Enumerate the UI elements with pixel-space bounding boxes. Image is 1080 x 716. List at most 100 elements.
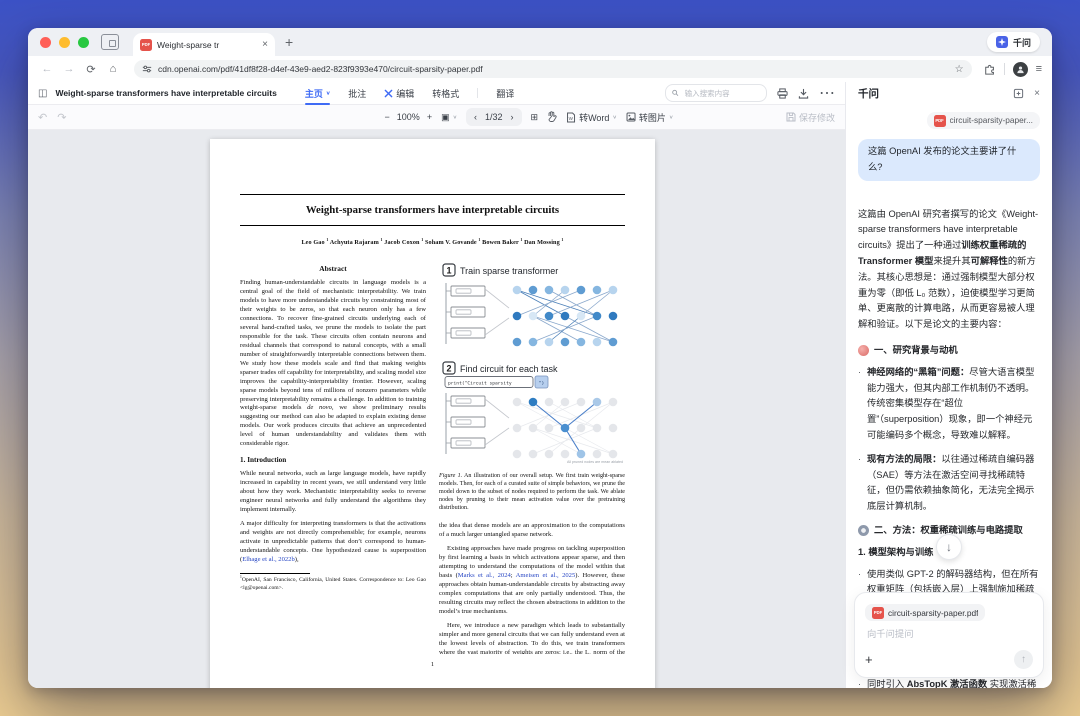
extensions-puzzle-icon[interactable] [984, 63, 996, 75]
introduction-heading: 1. Introduction [240, 456, 426, 466]
scroll-down-button[interactable]: ↓ [936, 534, 962, 560]
send-button[interactable]: ↑ [1014, 650, 1033, 669]
list-item: ·同时引入 AbsTopK 激活函数 实现激活稀疏化（约 25% 非零激活）。 [858, 677, 1040, 688]
svg-text:W: W [569, 116, 574, 121]
url-bar: ← → ⟳ ⌂ cdn.openai.com/pdf/41df8f28-d4ef… [28, 56, 1052, 82]
maximize-window-button[interactable] [78, 37, 89, 48]
download-icon[interactable] [798, 88, 809, 99]
gear-emoji-icon [858, 525, 869, 536]
profile-avatar[interactable] [1013, 62, 1028, 77]
pdf-file-icon: PDF [934, 115, 946, 127]
reload-icon[interactable]: ⟳ [82, 60, 100, 78]
brain-emoji-icon [858, 345, 869, 356]
tab-annotate[interactable]: 批注 [348, 83, 366, 104]
zoom-out-button[interactable]: − [385, 112, 390, 122]
new-tab-button[interactable]: + [285, 34, 293, 50]
divider [477, 88, 478, 98]
undo-icon[interactable]: ↶ [38, 111, 47, 124]
zoom-in-button[interactable]: + [427, 112, 432, 122]
tab-home[interactable]: 主页∨ [305, 83, 330, 104]
prev-page-icon[interactable]: ‹ [474, 112, 477, 122]
attached-file-chip[interactable]: PDF circuit-sparsity-paper... [927, 112, 1040, 129]
pdf-page: Weight-sparse transformers have interpre… [210, 139, 655, 688]
chat-input[interactable] [865, 628, 1037, 640]
more-options-icon[interactable]: ⋯ [819, 83, 835, 103]
convert-to-word-button[interactable]: W 转Word∨ [566, 111, 617, 124]
bookmark-star-icon[interactable]: ☆ [955, 64, 964, 75]
browser-tab[interactable]: PDF Weight-sparse tr × [133, 33, 275, 56]
search-box[interactable] [665, 84, 767, 102]
paper-column-left: Abstract Finding human-understandable ci… [240, 262, 426, 654]
add-attachment-button[interactable]: + [865, 652, 873, 667]
next-page-icon[interactable]: › [511, 112, 514, 122]
figure-code-text: print("Circuit sparsity [448, 381, 512, 387]
chevron-down-icon: ∨ [612, 114, 616, 120]
figure-1-illustration: 1 Train sparse transformer 2 Find circui… [439, 262, 625, 464]
site-settings-icon[interactable] [142, 64, 152, 74]
tab-edit[interactable]: 编辑 [384, 83, 414, 104]
abstract-text: Finding human-understandable circuits in… [240, 279, 426, 449]
back-icon[interactable]: ← [38, 60, 56, 78]
zoom-level[interactable]: 100% [397, 112, 420, 122]
chat-input-card[interactable]: PDF circuit-sparsity-paper.pdf + ↑ [854, 592, 1044, 678]
edit-pen-icon [384, 89, 393, 98]
sidebar-toggle-icon[interactable]: ◫ [38, 88, 47, 99]
close-window-button[interactable] [40, 37, 51, 48]
chevron-down-icon: ∨ [669, 114, 673, 120]
chevron-down-icon: ∨ [453, 114, 457, 120]
tab-close-icon[interactable]: × [262, 40, 268, 50]
sidebar-title: 千问 [858, 86, 879, 101]
section-heading: 一、研究背景与动机 [858, 343, 1040, 359]
save-changes-button[interactable]: 保存修改 [786, 111, 835, 124]
pdf-file-icon: PDF [872, 607, 884, 619]
tab-title: Weight-sparse tr [157, 40, 257, 50]
convert-to-image-button[interactable]: 转图片∨ [626, 111, 673, 124]
body-paragraph: the idea that dense models are an approx… [439, 522, 625, 540]
pdf-toolbar-secondary: ↶ ↷ − 100% + ▣∨ ‹ 1/32 › ⊞ [28, 105, 845, 130]
tab-strip: PDF Weight-sparse tr × + 千问 [28, 28, 1052, 56]
attached-file-chip[interactable]: PDF circuit-sparsity-paper.pdf [865, 604, 985, 621]
figure-caption: Figure 1. An illustration of our overall… [439, 472, 625, 512]
pdf-viewer[interactable]: Weight-sparse transformers have interpre… [28, 130, 845, 688]
save-icon [786, 112, 796, 122]
page-fit-button[interactable]: ▣∨ [441, 112, 457, 123]
tab-convert[interactable]: 转格式 [432, 83, 459, 104]
hand-tool-icon[interactable] [547, 111, 557, 124]
pdf-tab-group: 主页∨ 批注 编辑 转格式 翻译 [305, 83, 514, 104]
pdf-toolbar-main: ◫ Weight-sparse transformers have interp… [28, 82, 845, 105]
url-text: cdn.openai.com/pdf/41df8f28-d4ef-43e9-ae… [158, 64, 949, 74]
traffic-lights [40, 37, 89, 48]
print-icon[interactable] [777, 88, 788, 99]
page-indicator[interactable]: 1/32 [485, 112, 503, 122]
svg-text:2: 2 [446, 364, 451, 374]
search-input[interactable] [683, 88, 760, 99]
qianwen-sidebar: 千问 × PDF circuit-sparsity-paper... 这篇 Op… [845, 82, 1052, 688]
user-message-bubble: 这篇 OpenAI 发布的论文主要讲了什么? [858, 139, 1040, 181]
figure-note: All pruned nodes are mean ablated [567, 460, 623, 464]
sidebar-header: 千问 × [846, 82, 1052, 104]
close-icon[interactable]: × [1034, 88, 1040, 99]
forward-icon[interactable]: → [60, 60, 78, 78]
qianwen-logo-icon [996, 36, 1008, 48]
page-navigator: ‹ 1/32 › [466, 108, 522, 126]
home-icon[interactable]: ⌂ [104, 60, 122, 78]
redo-icon[interactable]: ↷ [57, 111, 66, 124]
svg-text:Train sparse transformer: Train sparse transformer [460, 266, 558, 276]
abstract-heading: Abstract [240, 264, 426, 274]
tab-overview-icon[interactable] [101, 34, 119, 50]
divider [1004, 63, 1005, 75]
minimize-window-button[interactable] [59, 37, 70, 48]
tab-translate[interactable]: 翻译 [496, 83, 514, 104]
qianwen-badge-label: 千问 [1013, 36, 1031, 49]
open-in-window-icon[interactable] [1013, 88, 1024, 99]
qianwen-extension-badge[interactable]: 千问 [987, 32, 1040, 52]
thumbnail-grid-icon[interactable]: ⊞ [531, 112, 539, 123]
chevron-down-icon: ∨ [326, 90, 330, 96]
body-paragraph: Existing approaches have made progress o… [439, 545, 625, 617]
address-field[interactable]: cdn.openai.com/pdf/41df8f28-d4ef-43e9-ae… [134, 60, 972, 78]
pdf-file-icon: PDF [140, 39, 152, 51]
image-icon [626, 112, 636, 122]
svg-text:"): ") [539, 381, 545, 387]
menu-icon[interactable]: ≡ [1036, 63, 1042, 75]
browser-window: PDF Weight-sparse tr × + 千问 ← → ⟳ ⌂ cdn.… [28, 28, 1052, 688]
